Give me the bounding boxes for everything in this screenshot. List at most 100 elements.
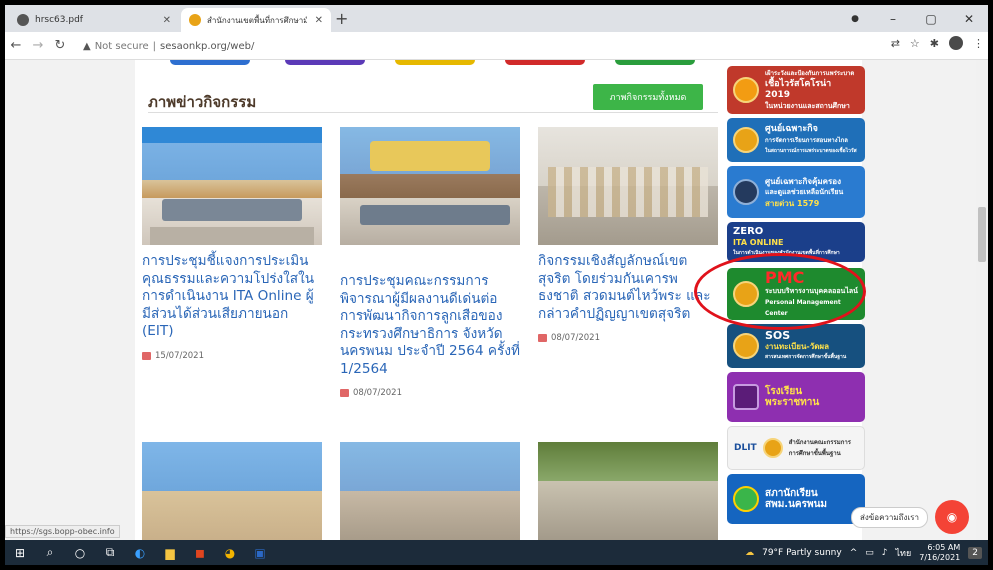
- student-protection-banner[interactable]: ศูนย์เฉพาะกิจคุ้มครอง และดูแลช่วยเหลือนั…: [727, 166, 865, 218]
- file-explorer-icon[interactable]: ▆: [155, 540, 185, 565]
- banner-line: สำนักงานคณะกรรมการ: [788, 439, 851, 446]
- new-tab-icon[interactable]: +: [335, 9, 348, 28]
- news-date: 15/07/2021: [142, 351, 322, 361]
- back-icon[interactable]: ←: [5, 38, 27, 53]
- book-icon: [733, 384, 759, 410]
- chat-label[interactable]: ส่งข้อความถึงเรา: [851, 507, 928, 528]
- maximize-icon[interactable]: ▢: [912, 12, 950, 26]
- chrome-icon[interactable]: ◕: [215, 540, 245, 565]
- extensions-icon[interactable]: ✱: [930, 37, 939, 50]
- clock[interactable]: 6:05 AM 7/16/2021: [919, 543, 960, 563]
- close-window-icon[interactable]: ✕: [950, 12, 988, 26]
- system-tray: ☁ 79°F Partly sunny ^ ▭ ♪ ไทย 6:05 AM 7/…: [745, 540, 982, 565]
- url-text: sesaonkp.org/web/: [160, 40, 255, 52]
- emblem-icon: [733, 333, 759, 359]
- banner-line: ศูนย์เฉพาะกิจ: [765, 123, 818, 134]
- student-council-banner[interactable]: สภานักเรียน สพม.นครพนม: [727, 474, 865, 524]
- banner-line: การศึกษาขั้นพื้นฐาน: [788, 450, 841, 457]
- windows-start-icon[interactable]: ⊞: [5, 540, 35, 565]
- profile-avatar[interactable]: [949, 36, 963, 50]
- news-photo[interactable]: [340, 127, 520, 245]
- language-indicator[interactable]: ไทย: [896, 546, 912, 560]
- banner-line: เฝ้าระวังและป้องกันการแพร่ระบาด: [765, 70, 855, 77]
- page-viewport: ภาพข่าวกิจกรรม ภาพกิจกรรมทั้งหมด การประช…: [5, 60, 988, 540]
- site-favicon-icon: [189, 14, 201, 26]
- news-photo[interactable]: [538, 442, 718, 540]
- tab-strip: hrsc63.pdf ✕ สำนักงานเขตพื้นที่การศึกษาม…: [5, 5, 988, 32]
- news-card[interactable]: กิจกรรมเชิงสัญลักษณ์เขตสุจริต โดยร่วมกัน…: [538, 127, 718, 343]
- office-icon[interactable]: ◼: [185, 540, 215, 565]
- news-card[interactable]: [142, 442, 322, 540]
- network-icon[interactable]: ▭: [865, 548, 874, 558]
- cortana-icon[interactable]: ○: [65, 540, 95, 565]
- scrollbar-thumb[interactable]: [978, 207, 986, 262]
- reload-icon[interactable]: ↻: [49, 38, 71, 53]
- tray-chevron-icon[interactable]: ^: [850, 548, 858, 558]
- news-card[interactable]: การประชุมชี้แจงการประเมินคุณธรรมและความโ…: [142, 127, 322, 361]
- news-card[interactable]: [538, 442, 718, 540]
- banner-line: สพม.นครพนม: [765, 499, 828, 510]
- banner-line: สภานักเรียน: [765, 488, 818, 499]
- tab-title: hrsc63.pdf: [35, 15, 83, 25]
- news-photo[interactable]: [340, 442, 520, 540]
- close-tab-icon[interactable]: ✕: [315, 15, 323, 26]
- council-logo-icon: [733, 486, 759, 512]
- close-tab-icon[interactable]: ✕: [163, 15, 171, 26]
- banner-line: พระราชทาน: [765, 397, 820, 408]
- windows-taskbar: ⊞ ⌕ ○ ⧉ ◐ ▆ ◼ ◕ ▣ ☁ 79°F Partly sunny ^ …: [5, 540, 988, 565]
- news-title[interactable]: กิจกรรมเชิงสัญลักษณ์เขตสุจริต โดยร่วมกัน…: [538, 253, 718, 323]
- warning-icon: ▲: [83, 40, 91, 52]
- news-date: 08/07/2021: [340, 388, 520, 398]
- official-portrait-icon: [733, 179, 759, 205]
- banner-line: ITA ONLINE: [733, 237, 784, 247]
- news-photo[interactable]: [538, 127, 718, 245]
- news-photo[interactable]: [142, 442, 322, 540]
- calendar-icon: [538, 334, 547, 342]
- search-icon[interactable]: ⌕: [35, 540, 65, 565]
- bookmark-star-icon[interactable]: ☆: [910, 37, 920, 50]
- all-activities-button[interactable]: ภาพกิจกรรมทั้งหมด: [593, 84, 703, 110]
- task-view-icon[interactable]: ⧉: [95, 540, 125, 565]
- sos-banner[interactable]: SOS งานทะเบียน-วัดผล สารสนเทศการจัดการศึ…: [727, 324, 865, 368]
- royal-school-banner[interactable]: โรงเรียน พระราชทาน: [727, 372, 865, 422]
- volume-icon[interactable]: ♪: [882, 548, 888, 558]
- weather-icon: ☁: [745, 547, 755, 558]
- distance-learning-banner[interactable]: ศูนย์เฉพาะกิจ การจัดการเรียนการสอนทางไกล…: [727, 118, 865, 162]
- browser-window: hrsc63.pdf ✕ สำนักงานเขตพื้นที่การศึกษาม…: [5, 5, 988, 565]
- news-card[interactable]: [340, 442, 520, 540]
- translate-icon[interactable]: ⇄: [891, 37, 900, 50]
- banner-line: การจัดการเรียนการสอนทางไกล: [765, 136, 848, 144]
- menu-kebab-icon[interactable]: ⋮: [973, 37, 984, 50]
- tab-title: สำนักงานเขตพื้นที่การศึกษามัธยมศึกษ: [207, 15, 307, 25]
- banner-line: โรงเรียน: [765, 386, 803, 397]
- annotation-circle: [694, 253, 866, 330]
- edge-icon[interactable]: ◐: [125, 540, 155, 565]
- security-label: Not secure: [94, 40, 149, 52]
- banner-line: ในหน่วยงานและสถานศึกษา: [765, 102, 850, 110]
- weather-text[interactable]: 79°F Partly sunny: [762, 548, 842, 558]
- calendar-icon: [340, 389, 349, 397]
- news-card[interactable]: การประชุมคณะกรรมการพิจารณาผู้มีผลงานดีเด…: [340, 127, 520, 398]
- profile-dot-icon[interactable]: ●: [836, 14, 874, 24]
- forward-icon[interactable]: →: [27, 38, 49, 53]
- page-scrollbar[interactable]: [976, 60, 988, 540]
- emblem-icon: [733, 127, 759, 153]
- tab-pdf[interactable]: hrsc63.pdf ✕: [9, 8, 179, 32]
- clock-time: 6:05 AM: [927, 542, 961, 552]
- news-title[interactable]: การประชุมชี้แจงการประเมินคุณธรรมและความโ…: [142, 253, 322, 341]
- banner-line: ในสถานการณ์การแพร่ระบาดของเชื้อไวรัส: [765, 147, 857, 154]
- notification-badge[interactable]: 2: [968, 546, 982, 559]
- chat-button[interactable]: ◉: [935, 500, 969, 534]
- dlit-banner[interactable]: DLIT สำนักงานคณะกรรมการ การศึกษาขั้นพื้น…: [727, 426, 865, 470]
- news-title[interactable]: การประชุมคณะกรรมการพิจารณาผู้มีผลงานดีเด…: [340, 273, 520, 378]
- news-photo[interactable]: [142, 127, 322, 245]
- covid-banner[interactable]: เฝ้าระวังและป้องกันการแพร่ระบาด เชื้อไวร…: [727, 66, 865, 114]
- divider: [148, 112, 718, 113]
- banner-line: งานทะเบียน-วัดผล: [765, 341, 830, 351]
- date-text: 08/07/2021: [551, 333, 600, 343]
- url-field[interactable]: ▲ Not secure | sesaonkp.org/web/: [83, 36, 903, 56]
- window-controls: ● – ▢ ✕: [836, 5, 988, 32]
- word-icon[interactable]: ▣: [245, 540, 275, 565]
- minimize-icon[interactable]: –: [874, 12, 912, 26]
- tab-sesao[interactable]: สำนักงานเขตพื้นที่การศึกษามัธยมศึกษ ✕: [181, 8, 331, 32]
